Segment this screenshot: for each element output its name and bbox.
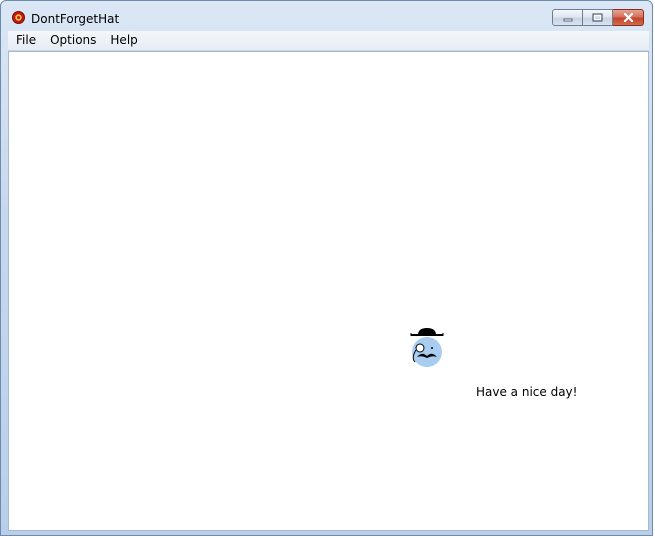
maximize-icon <box>592 13 603 22</box>
close-button[interactable] <box>613 9 644 26</box>
app-window: DontForgetHat File Options Help Have a n… <box>0 0 653 536</box>
client-area: Have a nice day! <box>8 51 649 531</box>
menu-help[interactable]: Help <box>103 31 144 50</box>
title-bar[interactable]: DontForgetHat <box>1 1 652 31</box>
caption-buttons <box>552 9 644 27</box>
hat-mustache-face-icon <box>410 328 444 367</box>
greeting-message: Have a nice day! <box>476 385 578 399</box>
window-title: DontForgetHat <box>31 12 120 26</box>
minimize-button[interactable] <box>552 9 583 26</box>
maximize-button[interactable] <box>583 9 613 26</box>
minimize-icon <box>563 18 572 21</box>
menu-bar: File Options Help <box>8 31 649 51</box>
menu-options[interactable]: Options <box>43 31 103 50</box>
app-icon[interactable] <box>12 11 25 24</box>
menu-file[interactable]: File <box>8 31 43 50</box>
close-icon <box>623 13 633 22</box>
